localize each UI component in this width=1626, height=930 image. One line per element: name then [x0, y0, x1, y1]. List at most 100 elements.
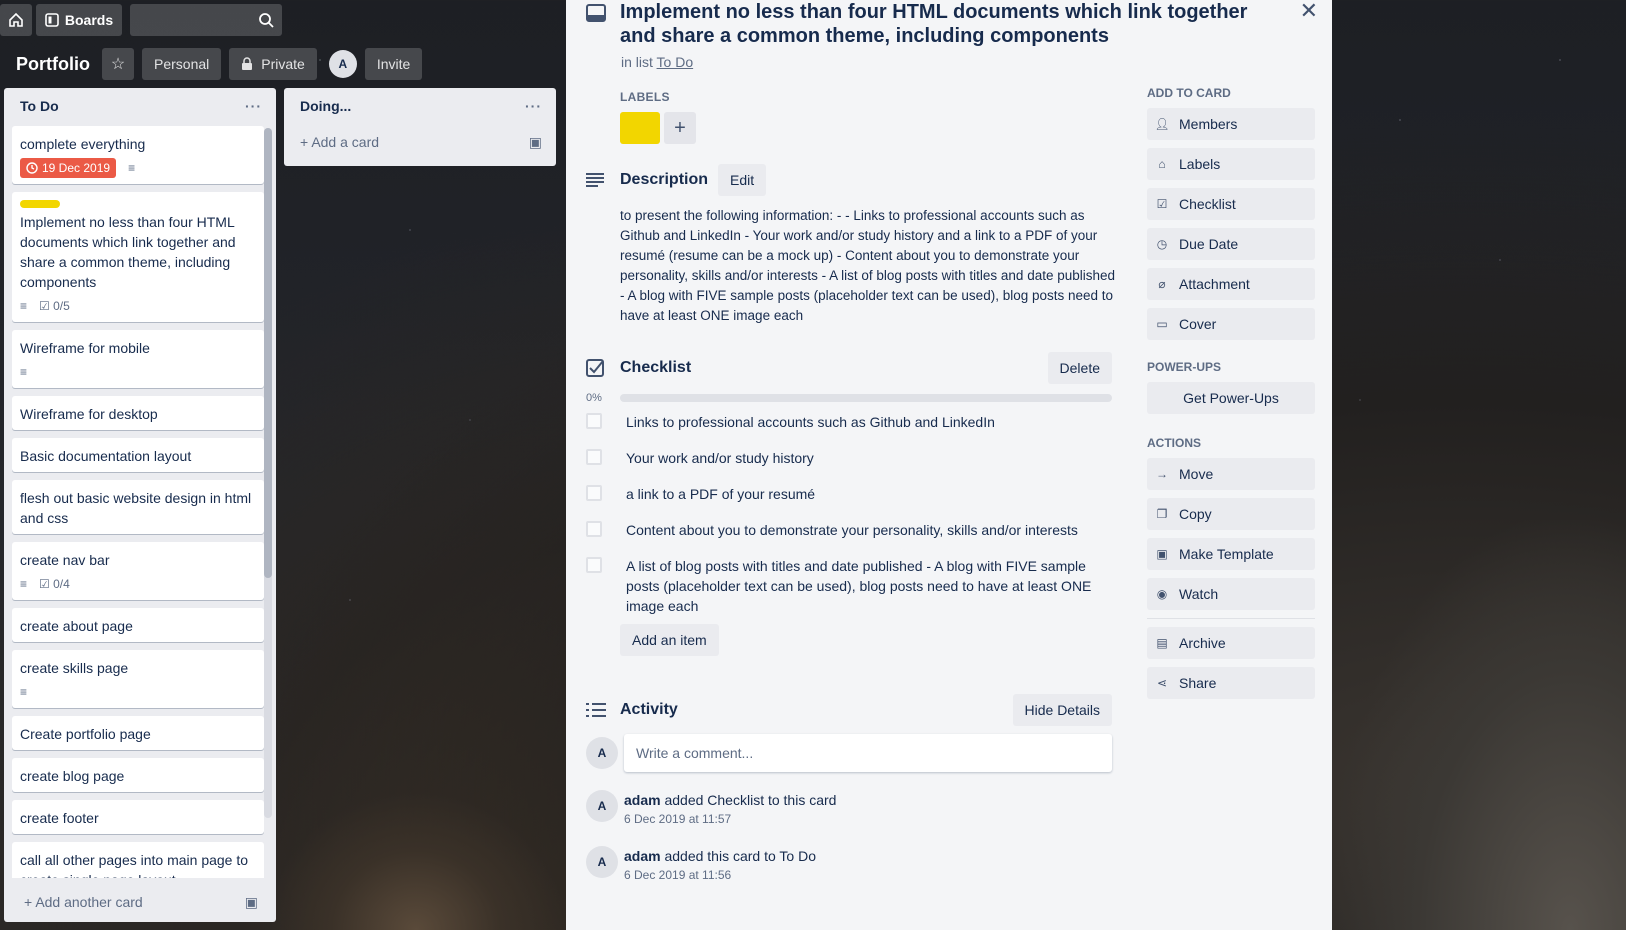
activity-time[interactable]: 6 Dec 2019 at 11:57	[624, 810, 836, 828]
checklist-item[interactable]: Content about you to demonstrate your pe…	[586, 520, 1112, 548]
labels-heading: LABELS	[620, 90, 670, 104]
member-avatar[interactable]: A	[328, 50, 357, 78]
checklist-icon	[586, 359, 620, 377]
watch-button[interactable]: ◉ Watch	[1147, 578, 1315, 610]
list-menu-icon[interactable]: ···	[245, 98, 262, 114]
card-title[interactable]: Implement no less than four HTML documen…	[620, 0, 1270, 48]
attachment-button[interactable]: ⌀ Attachment	[1147, 268, 1315, 300]
hide-details-button[interactable]: Hide Details	[1012, 694, 1112, 726]
boards-button[interactable]: Boards	[36, 4, 122, 36]
share-button[interactable]: ⋖ Share	[1147, 667, 1315, 699]
card[interactable]: complete everything 19 Dec 2019 ≡	[12, 126, 264, 184]
board-icon	[45, 13, 59, 27]
card[interactable]: Implement no less than four HTML documen…	[12, 192, 264, 322]
checkbox[interactable]	[586, 413, 602, 429]
activity-section: Activity Hide Details	[586, 694, 1112, 726]
list-doing: Doing... ··· + Add a card ▣	[284, 88, 556, 166]
search-input[interactable]	[130, 4, 282, 36]
template-icon[interactable]: ▣	[529, 134, 542, 151]
delete-checklist-button[interactable]: Delete	[1047, 352, 1112, 384]
star-button[interactable]: ☆	[102, 48, 134, 80]
checklist-item[interactable]: a link to a PDF of your resumé	[586, 484, 1112, 512]
card[interactable]: create skills page ≡	[12, 650, 264, 708]
checkbox[interactable]	[586, 557, 602, 573]
add-label-button[interactable]: +	[664, 112, 696, 144]
checkbox[interactable]	[586, 521, 602, 537]
checklist-item-text[interactable]: a link to a PDF of your resumé	[626, 484, 1096, 504]
card[interactable]: Basic documentation layout	[12, 438, 264, 472]
list-title[interactable]: To Do	[20, 98, 59, 114]
make-template-button[interactable]: ▣ Make Template	[1147, 538, 1315, 570]
avatar[interactable]: A	[586, 737, 618, 769]
card[interactable]: create footer	[12, 800, 264, 834]
due-date-button[interactable]: ◷ Due Date	[1147, 228, 1315, 260]
checklist-item[interactable]: Links to professional accounts such as G…	[586, 412, 1112, 440]
checklist-item-text[interactable]: Content about you to demonstrate your pe…	[626, 520, 1096, 540]
list-menu-icon[interactable]: ···	[525, 98, 542, 114]
archive-button[interactable]: ▤ Archive	[1147, 627, 1315, 659]
card[interactable]: create blog page	[12, 758, 264, 792]
card-title: create blog page	[20, 768, 125, 784]
template-icon[interactable]: ▣	[245, 894, 258, 911]
get-powerups-button[interactable]: Get Power-Ups	[1147, 382, 1315, 414]
members-button[interactable]: 👤︎ Members	[1147, 108, 1315, 140]
checklist-item[interactable]: Your work and/or study history	[586, 448, 1112, 476]
card[interactable]: Wireframe for desktop	[12, 396, 264, 430]
home-button[interactable]	[0, 4, 32, 36]
paperclip-icon: ⌀	[1158, 277, 1166, 291]
card-title: Wireframe for mobile	[20, 340, 150, 356]
card-title: complete everything	[20, 136, 146, 152]
board-title[interactable]: Portfolio	[16, 54, 90, 75]
card[interactable]: flesh out basic website design in html a…	[12, 480, 264, 534]
activity-user[interactable]: adam	[624, 792, 661, 808]
move-button[interactable]: → Move	[1147, 458, 1315, 490]
share-icon: ⋖	[1156, 676, 1168, 690]
activity-heading: Activity	[620, 701, 678, 718]
edit-description-button[interactable]: Edit	[718, 164, 767, 196]
checklist-item-text[interactable]: A list of blog posts with titles and dat…	[626, 556, 1096, 616]
description-heading: Description	[620, 171, 709, 188]
background-rocks	[1330, 520, 1626, 930]
close-icon[interactable]: ✕	[1300, 0, 1318, 24]
checklist-item-text[interactable]: Links to professional accounts such as G…	[626, 412, 1096, 432]
add-item-button[interactable]: Add an item	[620, 624, 719, 656]
checkbox[interactable]	[586, 485, 602, 501]
personal-button[interactable]: Personal	[142, 48, 222, 80]
in-list-text: in list To Do	[621, 54, 694, 70]
card[interactable]: create nav bar ≡ ☑ 0/4	[12, 542, 264, 600]
labels-button[interactable]: ⌂ Labels	[1147, 148, 1315, 180]
copy-button[interactable]: ❐ Copy	[1147, 498, 1315, 530]
cover-button[interactable]: ▭ Cover	[1147, 308, 1315, 340]
avatar[interactable]: A	[586, 846, 618, 878]
add-another-card-button[interactable]: + Add another card ▣	[16, 888, 264, 916]
divider	[1147, 618, 1315, 619]
checklist-item-text[interactable]: Your work and/or study history	[626, 448, 1096, 468]
description-text[interactable]: to present the following information: - …	[620, 206, 1120, 326]
card[interactable]: call all other pages into main page to c…	[12, 842, 264, 878]
clock-icon	[26, 162, 38, 174]
list-title[interactable]: Doing...	[300, 98, 351, 114]
visibility-button[interactable]: Private	[229, 48, 317, 80]
card-main-column: LABELS + Description Edit to present the…	[586, 90, 1115, 884]
activity-user[interactable]: adam	[624, 848, 661, 864]
invite-button[interactable]: Invite	[364, 48, 423, 80]
card-title: create about page	[20, 618, 133, 634]
checklist-item[interactable]: A list of blog posts with titles and dat…	[586, 556, 1112, 616]
card-label	[20, 200, 60, 208]
card[interactable]: Create portfolio page	[12, 716, 264, 750]
card-title: Wireframe for desktop	[20, 406, 158, 422]
add-card-button[interactable]: + Add a card ▣	[292, 128, 548, 156]
card[interactable]: Wireframe for mobile ≡	[12, 330, 264, 388]
comment-input[interactable]: Write a comment...	[624, 734, 1112, 772]
label-chip-yellow[interactable]	[620, 112, 660, 144]
avatar[interactable]: A	[586, 790, 618, 822]
list-link[interactable]: To Do	[657, 54, 694, 70]
checkbox-icon: ☑	[1156, 197, 1168, 211]
list-scrollbar[interactable]	[264, 128, 272, 818]
cover-icon: ▭	[1156, 317, 1168, 331]
card[interactable]: create about page	[12, 608, 264, 642]
checkbox[interactable]	[586, 449, 602, 465]
checklist-button[interactable]: ☑ Checklist	[1147, 188, 1315, 220]
activity-time[interactable]: 6 Dec 2019 at 11:56	[624, 866, 816, 884]
card-title: Implement no less than four HTML documen…	[20, 214, 236, 290]
